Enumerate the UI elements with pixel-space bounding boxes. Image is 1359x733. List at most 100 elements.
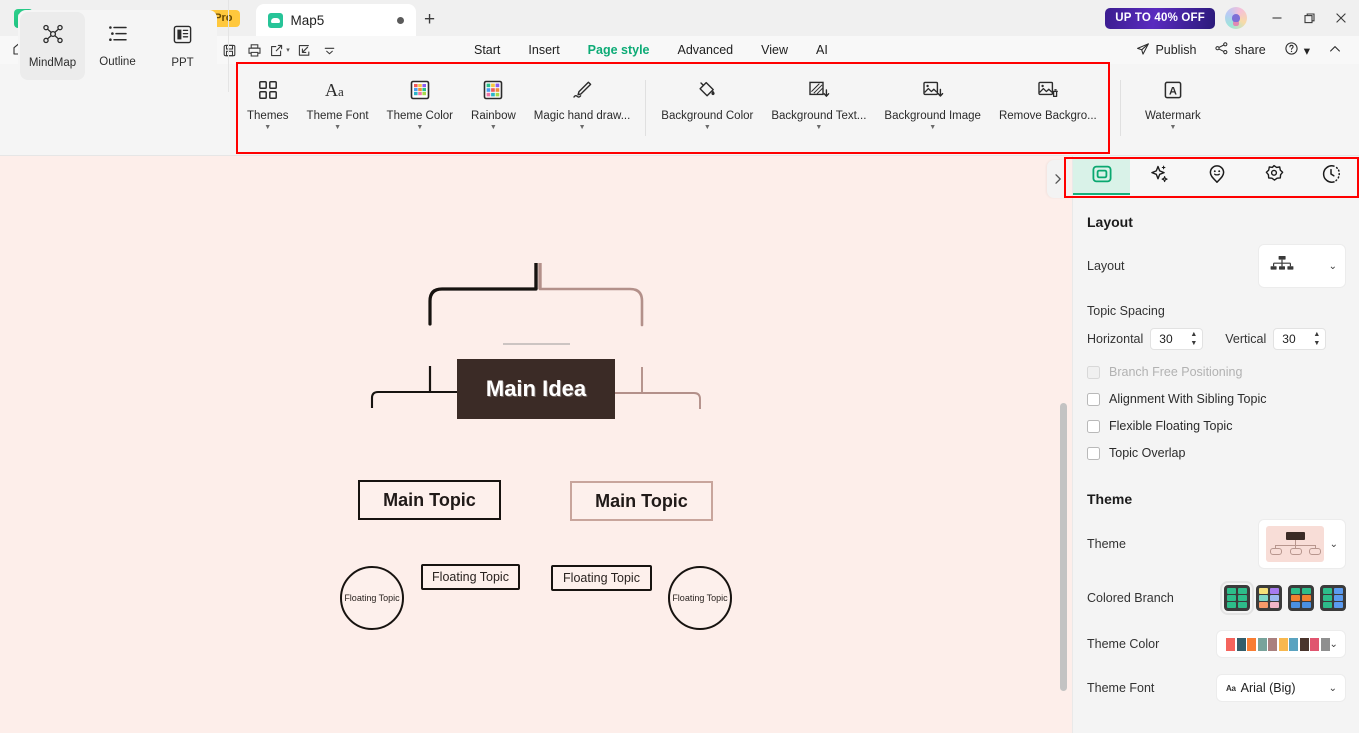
- chevron-down-icon[interactable]: ⌄: [1330, 539, 1338, 550]
- mindmap-canvas[interactable]: Main Idea Main Topic Main Topic Floating…: [0, 156, 1072, 733]
- history-tab[interactable]: [1303, 158, 1359, 195]
- chevron-down-icon[interactable]: ▼: [490, 124, 497, 131]
- horizontal-spacing-input[interactable]: 30 ▲ ▼: [1150, 328, 1204, 350]
- share-icon: [1214, 41, 1229, 59]
- ribbon-background-color[interactable]: Background Color ▼: [652, 64, 762, 144]
- more-icon[interactable]: [317, 37, 342, 63]
- tab-ai[interactable]: AI: [802, 38, 842, 63]
- tab-advanced[interactable]: Advanced: [664, 38, 748, 63]
- mode-outline[interactable]: Outline: [85, 12, 150, 80]
- checkbox-flexible-floating-topic[interactable]: Flexible Floating Topic: [1087, 419, 1346, 433]
- clipart-tab[interactable]: [1188, 158, 1245, 195]
- chevron-down-icon[interactable]: ⌄: [1329, 261, 1337, 272]
- checkbox-icon[interactable]: [1087, 446, 1100, 460]
- ribbon-watermark[interactable]: A Watermark ▼: [1127, 64, 1219, 144]
- promo-badge[interactable]: UP TO 40% OFF: [1105, 7, 1215, 29]
- tab-insert[interactable]: Insert: [514, 38, 573, 63]
- checkbox-branch-free-positioning-label: Branch Free Positioning: [1109, 365, 1243, 379]
- chevron-down-icon[interactable]: ▾: [286, 46, 290, 54]
- chevron-down-icon[interactable]: ▼: [579, 124, 586, 131]
- chevron-down-icon[interactable]: ▼: [815, 124, 822, 131]
- vertical-label: Vertical: [1225, 332, 1267, 346]
- avatar[interactable]: [1225, 7, 1247, 29]
- chevron-down-icon[interactable]: ⌄: [1330, 639, 1338, 650]
- theme-select[interactable]: ⌄: [1258, 519, 1346, 569]
- chevron-down-icon[interactable]: ▼: [929, 124, 936, 131]
- new-tab-button[interactable]: +: [416, 4, 444, 36]
- theme-font-row: Theme Font Aa Arial (Big) ⌄: [1087, 673, 1346, 703]
- minimize-icon[interactable]: [1261, 0, 1293, 36]
- theme-label: Theme: [1087, 537, 1126, 551]
- chevron-down-icon[interactable]: ▼: [334, 124, 341, 131]
- ribbon-rainbow[interactable]: Rainbow ▼: [462, 64, 525, 144]
- publish-button[interactable]: Publish: [1129, 39, 1203, 62]
- checkbox-alignment-with-sibling-topic-label: Alignment With Sibling Topic: [1109, 392, 1267, 406]
- mode-mindmap[interactable]: MindMap: [20, 12, 85, 80]
- themes-grid-icon: [258, 78, 278, 102]
- sticker-tab[interactable]: [1245, 158, 1302, 195]
- right-panel-vertical-scrollbar[interactable]: [1060, 403, 1067, 691]
- chevron-down-icon[interactable]: ⌄: [1329, 683, 1337, 694]
- tab-start[interactable]: Start: [460, 38, 514, 63]
- import-icon[interactable]: [292, 37, 317, 63]
- chevron-down-icon[interactable]: ▼: [704, 124, 711, 131]
- checkbox-icon[interactable]: [1087, 419, 1100, 433]
- theme-font-select[interactable]: Aa Arial (Big) ⌄: [1216, 674, 1346, 702]
- vertical-spacing-input[interactable]: 30 ▲ ▼: [1273, 328, 1327, 350]
- chevron-down-icon[interactable]: ▼: [264, 124, 271, 131]
- chevron-down-icon[interactable]: ▼: [416, 124, 423, 131]
- floating-topic-circle-right[interactable]: Floating Topic: [668, 566, 732, 630]
- ribbon-background-texture[interactable]: Background Text... ▼: [762, 64, 875, 144]
- tab-view[interactable]: View: [747, 38, 802, 63]
- clock-dashed-icon: [1320, 163, 1342, 190]
- help-button[interactable]: ▾: [1277, 38, 1317, 62]
- colored-branch-green[interactable]: [1220, 581, 1254, 615]
- stepper-arrows[interactable]: ▲ ▼: [1190, 331, 1197, 347]
- main-topic-left[interactable]: Main Topic: [358, 480, 501, 520]
- maximize-icon[interactable]: [1293, 0, 1325, 36]
- checkbox-alignment-with-sibling-topic[interactable]: Alignment With Sibling Topic: [1087, 392, 1346, 406]
- chevron-down-icon[interactable]: ▼: [1169, 124, 1176, 131]
- checkbox-icon[interactable]: [1087, 392, 1100, 406]
- share-button[interactable]: share: [1207, 38, 1272, 62]
- ribbon-theme-color[interactable]: Theme Color ▼: [378, 64, 462, 144]
- colored-branch-orange[interactable]: [1288, 585, 1314, 611]
- colored-branch-pastel[interactable]: [1256, 585, 1282, 611]
- floating-topic-1[interactable]: Floating Topic: [421, 564, 520, 590]
- topic-spacing-controls: Horizontal 30 ▲ ▼ Vertical 30 ▲ ▼: [1087, 328, 1346, 350]
- save-icon[interactable]: [217, 37, 242, 63]
- ribbon-magic-hand-draw[interactable]: Magic hand draw... ▼: [525, 64, 640, 144]
- stepper-arrows[interactable]: ▲ ▼: [1313, 331, 1320, 347]
- ribbon-themes[interactable]: Themes ▼: [238, 64, 298, 144]
- collapse-ribbon-button[interactable]: [1321, 39, 1349, 62]
- export-icon[interactable]: ▾: [267, 37, 292, 63]
- floating-topic-2[interactable]: Floating Topic: [551, 565, 652, 591]
- mode-ppt[interactable]: PPT: [150, 12, 215, 80]
- horizontal-spacing-value: 30: [1159, 332, 1173, 346]
- checkbox-branch-free-positioning[interactable]: Branch Free Positioning: [1087, 365, 1346, 379]
- main-topic-right[interactable]: Main Topic: [570, 481, 713, 521]
- floating-topic-2-label: Floating Topic: [563, 571, 640, 585]
- colored-branch-blue[interactable]: [1320, 585, 1346, 611]
- page-style-ribbon-group: Themes ▼ Aa Theme Font ▼ Theme Color ▼ R…: [238, 64, 1106, 154]
- checkbox-icon[interactable]: [1087, 365, 1100, 379]
- chevron-down-icon[interactable]: ▾: [1304, 43, 1310, 58]
- panel-collapse-toggle[interactable]: [1047, 160, 1069, 198]
- ai-tab[interactable]: [1130, 158, 1187, 195]
- print-icon[interactable]: [242, 37, 267, 63]
- style-tab[interactable]: [1073, 158, 1131, 195]
- layout-select[interactable]: ⌄: [1258, 244, 1346, 288]
- document-tab-map5[interactable]: Map5: [255, 4, 416, 36]
- ribbon-remove-background-label: Remove Backgro...: [998, 110, 1097, 122]
- unsaved-dot-icon[interactable]: [396, 16, 404, 24]
- root-node[interactable]: Main Idea: [457, 359, 615, 419]
- tab-page-style[interactable]: Page style: [574, 38, 664, 63]
- ribbon-remove-background[interactable]: Remove Backgro...: [990, 64, 1106, 144]
- floating-topic-circle-left[interactable]: Floating Topic: [340, 566, 404, 630]
- svg-text:A: A: [1169, 85, 1177, 97]
- checkbox-topic-overlap[interactable]: Topic Overlap: [1087, 446, 1346, 460]
- ribbon-theme-font[interactable]: Aa Theme Font ▼: [298, 64, 378, 144]
- theme-color-select[interactable]: ⌄: [1216, 630, 1346, 658]
- ribbon-background-image[interactable]: Background Image ▼: [875, 64, 990, 144]
- close-icon[interactable]: [1325, 0, 1357, 36]
